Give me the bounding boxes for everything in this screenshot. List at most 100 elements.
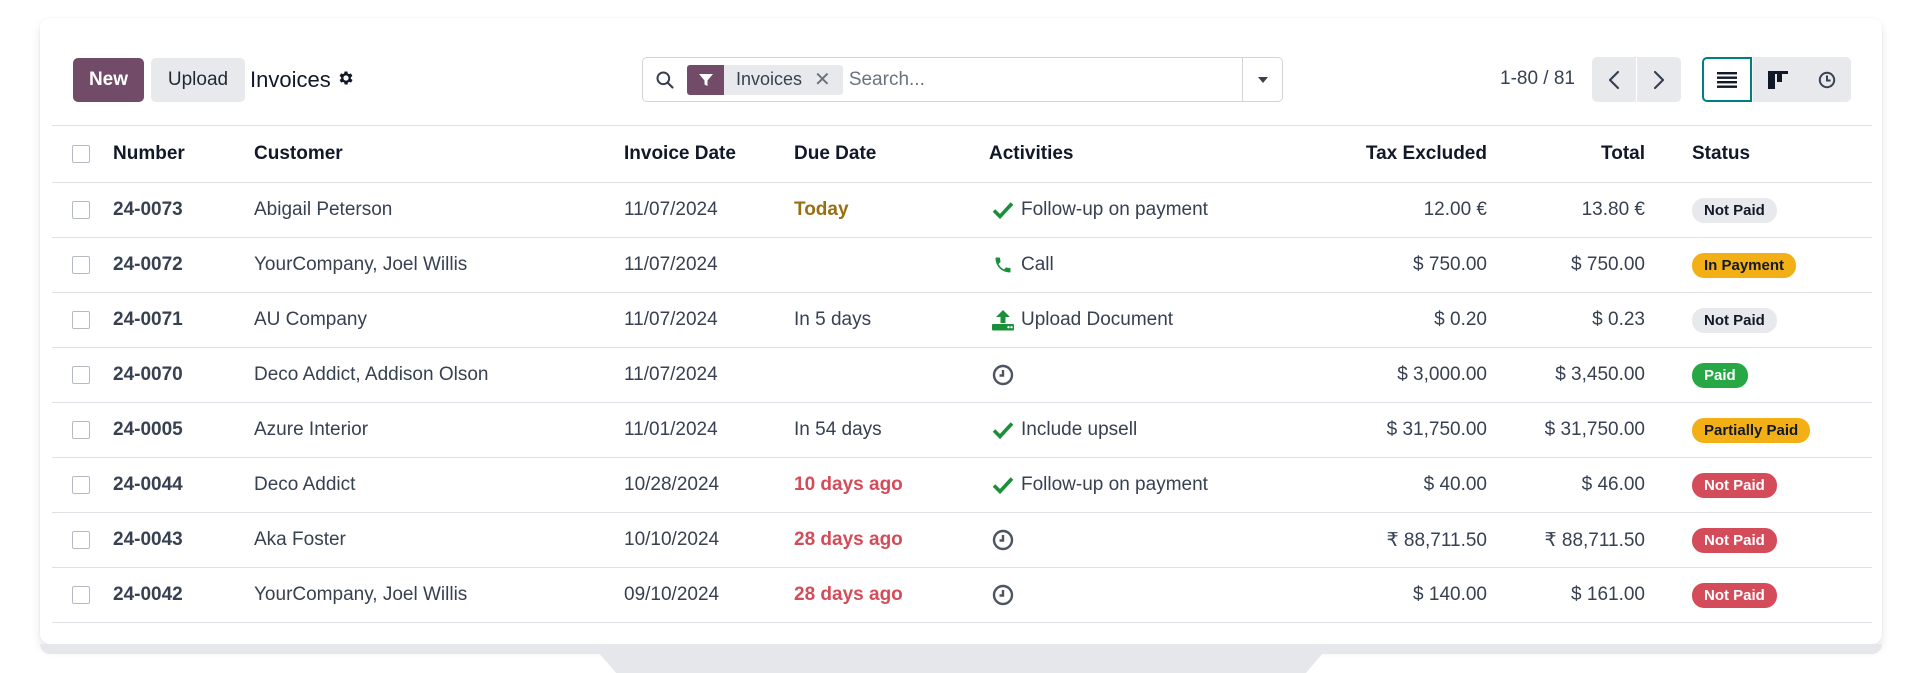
status-cell: Not Paid <box>1692 568 1777 622</box>
select-all-checkbox[interactable] <box>72 126 90 182</box>
row-checkbox[interactable] <box>72 183 90 237</box>
table-row[interactable]: 24-0044 Deco Addict 10/28/2024 10 days a… <box>52 458 1872 513</box>
activity-cell[interactable]: Follow-up on payment <box>989 458 1208 512</box>
phone-icon <box>989 251 1017 279</box>
row-checkbox[interactable] <box>72 238 90 292</box>
check-icon <box>989 471 1017 499</box>
kanban-view-button[interactable] <box>1753 57 1803 102</box>
tax-excluded: 12.00 € <box>1423 199 1487 220</box>
invoice-number: 24-0070 <box>113 364 183 385</box>
tax-excluded: $ 0.20 <box>1434 309 1487 330</box>
status-cell: Not Paid <box>1692 293 1777 347</box>
activity-summary: Call <box>1021 254 1054 275</box>
invoice-number: 24-0073 <box>113 199 183 220</box>
search-icon[interactable] <box>643 58 687 101</box>
close-icon[interactable]: ✕ <box>814 67 843 92</box>
upload-icon <box>989 306 1017 334</box>
table-row[interactable]: 24-0071 AU Company 11/07/2024 In 5 days … <box>52 293 1872 348</box>
invoice-date: 11/07/2024 <box>624 364 718 385</box>
activity-view-button[interactable] <box>1803 57 1851 102</box>
activity-summary: Include upsell <box>1021 419 1138 440</box>
page-title-text: Invoices <box>250 67 331 92</box>
due-date: 28 days ago <box>794 584 903 605</box>
tax-excluded: $ 40.00 <box>1423 474 1487 495</box>
clock-icon <box>989 361 1017 389</box>
activity-cell[interactable] <box>989 513 1021 567</box>
pager-value[interactable]: 1-80 / 81 <box>1500 68 1575 90</box>
chevron-down-icon[interactable] <box>1242 58 1282 101</box>
customer-name: Azure Interior <box>254 419 369 440</box>
activity-cell[interactable] <box>989 568 1021 622</box>
activity-summary: Follow-up on payment <box>1021 474 1208 495</box>
column-header-status[interactable]: Status <box>1692 126 1750 182</box>
activity-summary: Follow-up on payment <box>1021 199 1208 220</box>
column-header-tax-excluded[interactable]: Tax Excluded <box>1366 126 1487 182</box>
total: $ 3,450.00 <box>1555 364 1645 385</box>
status-cell: Paid <box>1692 348 1748 402</box>
column-header-customer[interactable]: Customer <box>254 126 343 182</box>
column-header-due-date[interactable]: Due Date <box>794 126 876 182</box>
row-checkbox[interactable] <box>72 348 90 402</box>
row-checkbox[interactable] <box>72 513 90 567</box>
row-checkbox[interactable] <box>72 293 90 347</box>
column-header-invoice-date[interactable]: Invoice Date <box>624 126 736 182</box>
tax-excluded: ₹ 88,711.50 <box>1386 529 1487 551</box>
filter-icon <box>687 64 724 95</box>
table-row[interactable]: 24-0070 Deco Addict, Addison Olson 11/07… <box>52 348 1872 403</box>
filter-facet-label: Invoices <box>736 69 803 89</box>
status-cell: Partially Paid <box>1692 403 1811 457</box>
total: 13.80 € <box>1581 199 1645 220</box>
table-row[interactable]: 24-0043 Aka Foster 10/10/2024 28 days ag… <box>52 513 1872 568</box>
row-checkbox[interactable] <box>72 403 90 457</box>
table-row[interactable]: 24-0072 YourCompany, Joel Willis 11/07/2… <box>52 238 1872 293</box>
invoice-number: 24-0072 <box>113 254 183 275</box>
total: $ 46.00 <box>1581 474 1645 495</box>
table-header-row: Number Customer Invoice Date Due Date Ac… <box>52 126 1872 183</box>
chevron-left-icon <box>1608 70 1620 89</box>
invoice-date: 11/07/2024 <box>624 254 718 275</box>
customer-name: Deco Addict, Addison Olson <box>254 364 489 385</box>
check-icon <box>989 196 1017 224</box>
status-badge: Partially Paid <box>1692 417 1811 443</box>
pager-previous-button[interactable] <box>1592 57 1636 102</box>
invoice-number: 24-0071 <box>113 309 183 330</box>
status-badge: Not Paid <box>1692 197 1777 223</box>
activity-cell[interactable]: Include upsell <box>989 403 1137 457</box>
clock-icon <box>1818 71 1836 88</box>
total: $ 750.00 <box>1571 254 1645 275</box>
invoice-date: 11/01/2024 <box>624 419 718 440</box>
row-checkbox[interactable] <box>72 568 90 622</box>
invoice-number: 24-0005 <box>113 419 183 440</box>
upload-button[interactable]: Upload <box>151 58 245 102</box>
activity-cell[interactable] <box>989 348 1021 402</box>
gear-icon[interactable] <box>337 67 355 93</box>
table-row[interactable]: 24-0073 Abigail Peterson 11/07/2024 Toda… <box>52 183 1872 238</box>
invoice-number: 24-0042 <box>113 584 183 605</box>
invoice-table: Number Customer Invoice Date Due Date Ac… <box>52 125 1872 623</box>
activity-cell[interactable]: Follow-up on payment <box>989 183 1208 237</box>
status-badge: Not Paid <box>1692 582 1777 608</box>
new-button[interactable]: New <box>73 58 144 102</box>
search-input[interactable] <box>842 59 1242 100</box>
pager-next-button[interactable] <box>1637 57 1681 102</box>
invoice-number: 24-0043 <box>113 529 183 550</box>
row-checkbox[interactable] <box>72 458 90 512</box>
due-date: In 54 days <box>794 419 882 440</box>
table-row[interactable]: 24-0005 Azure Interior 11/01/2024 In 54 … <box>52 403 1872 458</box>
search-bar: Invoices ✕ <box>642 57 1283 102</box>
activity-cell[interactable]: Upload Document <box>989 293 1173 347</box>
column-header-activities[interactable]: Activities <box>989 126 1073 182</box>
status-cell: Not Paid <box>1692 458 1777 512</box>
column-header-total[interactable]: Total <box>1601 126 1645 182</box>
status-badge: Not Paid <box>1692 527 1777 553</box>
activity-cell[interactable]: Call <box>989 238 1054 292</box>
list-view-button[interactable] <box>1702 57 1752 102</box>
table-row[interactable]: 24-0042 YourCompany, Joel Willis 09/10/2… <box>52 568 1872 623</box>
column-header-number[interactable]: Number <box>113 126 185 182</box>
tax-excluded: $ 31,750.00 <box>1386 419 1487 440</box>
invoice-date: 11/07/2024 <box>624 309 718 330</box>
due-date: 28 days ago <box>794 529 903 550</box>
due-date: In 5 days <box>794 309 872 330</box>
kanban-icon <box>1768 70 1788 89</box>
customer-name: Abigail Peterson <box>254 199 393 220</box>
